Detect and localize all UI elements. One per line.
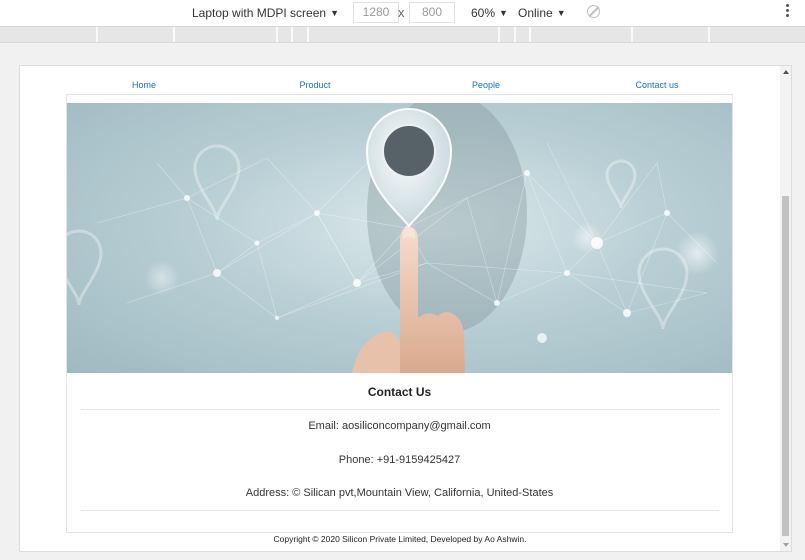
contact-section-title: Contact Us [367,385,432,399]
emulated-viewport: Home Product People Contact us Contact U… [19,65,792,552]
media-query-marker[interactable] [514,27,516,42]
network-throttle-select[interactable]: Online ▼ [518,5,566,21]
scroll-up-arrow-icon[interactable] [783,70,789,74]
media-query-marker[interactable] [96,27,98,42]
page-scrollbar[interactable] [780,66,791,551]
chevron-down-icon: ▼ [556,8,566,18]
viewport-height-input[interactable]: 800 [409,2,455,23]
device-select-label: Laptop with MDPI screen [192,6,327,20]
scrollbar-thumb[interactable] [782,196,789,536]
scroll-down-arrow-icon[interactable] [783,543,789,547]
zoom-select[interactable]: 60% ▼ [471,5,508,21]
media-query-marker[interactable] [173,27,175,42]
chevron-down-icon: ▼ [499,8,508,18]
media-query-marker[interactable] [307,27,309,42]
divider [81,510,719,511]
footer-copyright: Copyright © 2020 Silicon Private Limited… [273,534,527,544]
contact-email: Email: aosiliconcompany@gmail.com [308,420,491,432]
media-query-marker[interactable] [291,27,293,42]
media-query-marker[interactable] [631,27,633,42]
device-toolbar: Laptop with MDPI screen ▼ 1280 x 800 60% ▼… [0,0,805,27]
media-query-marker[interactable] [529,27,531,42]
device-select[interactable]: Laptop with MDPI screen ▼ [192,5,339,21]
viewport-width-input[interactable]: 1280 [353,2,399,23]
chevron-down-icon: ▼ [330,8,339,18]
media-query-marker[interactable] [498,27,500,42]
nav-contact-us[interactable]: Contact us [635,80,678,90]
media-query-bar[interactable] [0,27,805,43]
network-throttle-label: Online [518,6,553,20]
site-nav: Home Product People Contact us [67,80,733,94]
contact-address: Address: © Silican pvt,Mountain View, Ca… [245,487,554,499]
divider [81,409,719,410]
zoom-select-label: 60% [471,6,496,20]
media-query-marker[interactable] [708,27,710,42]
nav-home[interactable]: Home [132,80,156,90]
contact-phone: Phone: +91-9159425427 [338,454,461,466]
location-pin-finger-network-image [67,103,719,373]
content-card: Contact Us Email: aosiliconcompany@gmail… [66,94,733,533]
nav-people[interactable]: People [472,80,500,90]
nav-product[interactable]: Product [299,80,330,90]
hero-image [67,103,732,373]
no-throttle-icon[interactable] [587,5,600,18]
more-vertical-icon[interactable] [786,4,790,19]
dimension-separator: x [398,5,405,20]
media-query-marker[interactable] [276,27,278,42]
